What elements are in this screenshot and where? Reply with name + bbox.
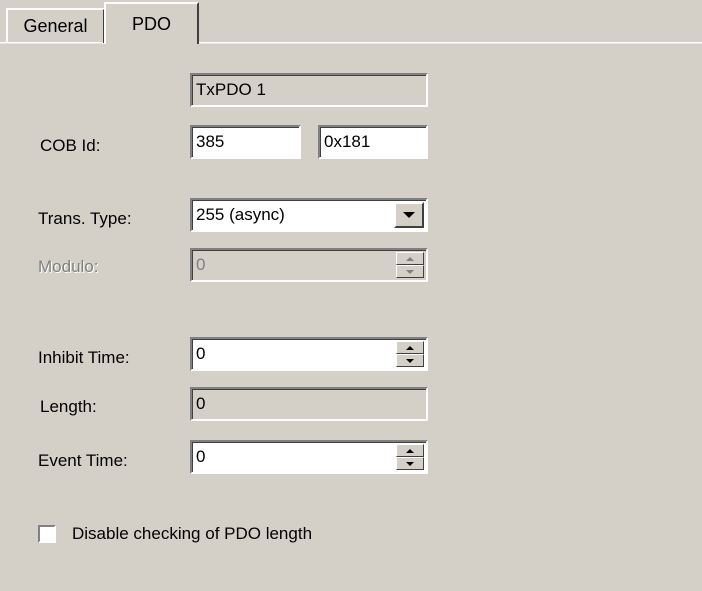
modulo-stepper: 0: [190, 248, 428, 282]
arrow-up-icon: [406, 256, 414, 261]
arrow-up-icon: [406, 448, 414, 453]
tab-bar: General PDO: [0, 0, 702, 44]
arrow-down-icon: [406, 461, 414, 466]
event-time-spin-buttons[interactable]: [396, 444, 424, 470]
pdo-name-value: TxPDO 1: [196, 80, 266, 99]
modulo-value: 0: [196, 255, 206, 274]
modulo-spin-buttons: [396, 252, 424, 278]
arrow-down-icon: [406, 358, 414, 363]
arrow-up-icon: [406, 345, 414, 350]
inhibit-time-spin-buttons[interactable]: [396, 341, 424, 367]
trans-type-dropdown[interactable]: 255 (async): [190, 198, 428, 232]
modulo-label: Modulo:: [38, 257, 99, 276]
dropdown-arrow-button[interactable]: [394, 202, 424, 228]
cob-id-decimal-value: 385: [196, 132, 225, 151]
event-time-spin-down[interactable]: [396, 457, 424, 470]
cob-id-label: COB Id:: [40, 136, 101, 155]
inhibit-time-spin-up[interactable]: [396, 341, 424, 354]
trans-type-label: Trans. Type:: [38, 209, 132, 228]
tab-general[interactable]: General: [6, 8, 105, 43]
modulo-spin-down: [396, 265, 424, 278]
inhibit-time-value: 0: [196, 344, 206, 363]
cob-id-decimal-input[interactable]: 385: [190, 125, 301, 159]
length-value: 0: [196, 394, 206, 413]
length-field: 0: [190, 387, 428, 421]
event-time-value: 0: [196, 447, 206, 466]
disable-length-check-label[interactable]: Disable checking of PDO length: [72, 524, 312, 544]
tab-pdo-label: PDO: [131, 13, 171, 34]
cob-id-hex-input[interactable]: 0x181: [318, 125, 428, 159]
tab-general-label: General: [23, 16, 88, 36]
modulo-spin-up: [396, 252, 424, 265]
inhibit-time-spin-down[interactable]: [396, 354, 424, 367]
pdo-name-field: TxPDO 1: [190, 73, 428, 107]
chevron-down-icon: [403, 212, 415, 218]
disable-length-check-checkbox[interactable]: [38, 525, 56, 543]
trans-type-value: 255 (async): [196, 205, 285, 224]
inhibit-time-stepper[interactable]: 0: [190, 337, 428, 371]
inhibit-time-label: Inhibit Time:: [38, 348, 130, 367]
cob-id-hex-value: 0x181: [324, 132, 371, 151]
length-label: Length:: [40, 397, 97, 416]
event-time-spin-up[interactable]: [396, 444, 424, 457]
event-time-stepper[interactable]: 0: [190, 440, 428, 474]
arrow-down-icon: [406, 269, 414, 274]
tab-pdo[interactable]: PDO: [104, 2, 199, 44]
event-time-label: Event Time:: [38, 451, 128, 470]
